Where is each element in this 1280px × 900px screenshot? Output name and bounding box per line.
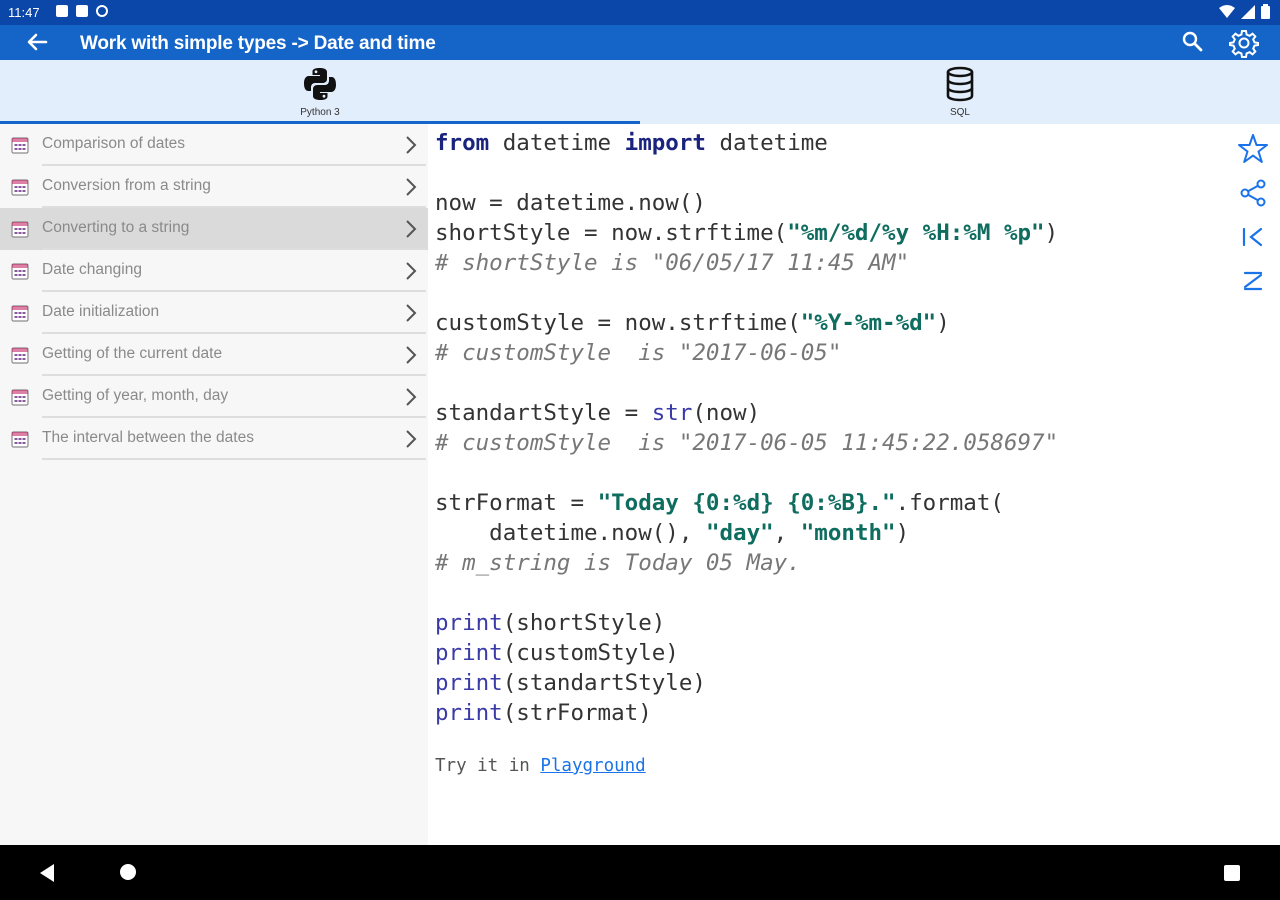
chevron-right-icon <box>406 136 417 154</box>
chevron-right-icon <box>406 304 417 322</box>
list-item[interactable]: Comparison of dates <box>0 124 428 166</box>
status-right-icons <box>1219 4 1270 19</box>
playground-link[interactable]: Playground <box>540 756 645 776</box>
database-icon <box>946 66 974 102</box>
code-comment: # shortStyle is "06/05/17 11:45 AM" <box>435 250 910 276</box>
try-it-text: Try it in Playground <box>435 756 646 776</box>
first-icon[interactable] <box>1234 218 1272 256</box>
topic-list: Comparison of dates Conversion from a str… <box>0 124 428 845</box>
code-line: datetime.now(), "day", "month") <box>435 520 910 546</box>
list-item-label: Getting of year, month, day <box>42 387 229 404</box>
calendar-icon <box>11 221 29 238</box>
code-line: shortStyle = now.strftime("%m/%d/%y %H:%… <box>435 220 1059 246</box>
chevron-right-icon <box>406 388 417 406</box>
code-line: now = datetime.now() <box>435 190 706 216</box>
list-item-label: Converting to a string <box>42 219 190 236</box>
list-item[interactable]: The interval between the dates <box>0 418 428 460</box>
status-bar: 11:47 <box>0 0 1280 25</box>
list-item[interactable]: Getting of year, month, day <box>0 376 428 418</box>
language-tabs: Python 3 SQL <box>0 60 1280 124</box>
signal-icon <box>1241 4 1255 19</box>
code-comment: # m_string is Today 05 May. <box>435 550 801 576</box>
chevron-right-icon <box>406 220 417 238</box>
status-left-icons <box>56 5 108 17</box>
code-comment: # customStyle is "2017-06-05" <box>435 340 842 366</box>
tab-label: SQL <box>949 107 970 118</box>
tab-label: Python 3 <box>300 107 340 118</box>
nav-recents-icon[interactable] <box>1223 864 1241 882</box>
search-icon[interactable] <box>1180 29 1206 55</box>
chevron-right-icon <box>406 346 417 364</box>
list-item-label: Date initialization <box>42 303 160 320</box>
notification-icon <box>56 5 68 17</box>
list-item-label: Comparison of dates <box>42 135 186 152</box>
status-time: 11:47 <box>8 5 40 20</box>
code-line: print(strFormat) <box>435 700 652 726</box>
code-line: from datetime import datetime <box>435 130 828 156</box>
list-item-label: Date changing <box>42 261 142 278</box>
list-item[interactable]: Converting to a string <box>0 208 428 250</box>
code-line: customStyle = now.strftime("%Y-%m-%d") <box>435 310 950 336</box>
list-item-label: The interval between the dates <box>42 429 254 446</box>
chevron-right-icon <box>406 262 417 280</box>
share-icon[interactable] <box>1234 174 1272 212</box>
app-bar: Work with simple types -> Date and time <box>0 25 1280 60</box>
list-item[interactable]: Date initialization <box>0 292 428 334</box>
tab-python[interactable]: Python 3 <box>0 60 640 124</box>
code-line: print(shortStyle) <box>435 610 666 636</box>
system-nav-bar <box>0 845 1280 900</box>
code-line: print(customStyle) <box>435 640 679 666</box>
calendar-icon <box>11 305 29 322</box>
calendar-icon <box>11 263 29 280</box>
star-icon[interactable] <box>1234 130 1272 168</box>
calendar-icon <box>11 137 29 154</box>
sync-icon <box>96 5 108 17</box>
code-comment: # customStyle is "2017-06-05 11:45:22.05… <box>435 430 1059 456</box>
chevron-right-icon <box>406 178 417 196</box>
calendar-icon <box>11 389 29 406</box>
tab-sql[interactable]: SQL <box>640 60 1280 124</box>
arrow-back-icon[interactable] <box>24 27 50 57</box>
list-item-label: Getting of the current date <box>42 345 223 362</box>
python-icon <box>304 68 336 100</box>
calendar-icon <box>11 431 29 448</box>
nav-home-icon[interactable] <box>119 863 137 881</box>
nav-back-icon[interactable] <box>38 863 56 883</box>
last-icon[interactable] <box>1234 262 1272 300</box>
list-item[interactable]: Getting of the current date <box>0 334 428 376</box>
list-item[interactable]: Date changing <box>0 250 428 292</box>
calendar-icon <box>11 179 29 196</box>
page-title: Work with simple types -> Date and time <box>80 33 436 54</box>
code-line: standartStyle = str(now) <box>435 400 761 426</box>
divider <box>42 458 426 460</box>
gear-icon[interactable] <box>1229 28 1259 58</box>
sd-card-icon <box>76 5 88 17</box>
calendar-icon <box>11 347 29 364</box>
battery-icon <box>1261 4 1270 19</box>
list-item-label: Conversion from a string <box>42 177 211 194</box>
list-item[interactable]: Conversion from a string <box>0 166 428 208</box>
chevron-right-icon <box>406 430 417 448</box>
wifi-icon <box>1219 4 1235 18</box>
code-block: from datetime import datetime now = date… <box>435 128 1225 728</box>
code-line: print(standartStyle) <box>435 670 706 696</box>
code-line: strFormat = "Today {0:%d} {0:%B}.".forma… <box>435 490 1004 516</box>
